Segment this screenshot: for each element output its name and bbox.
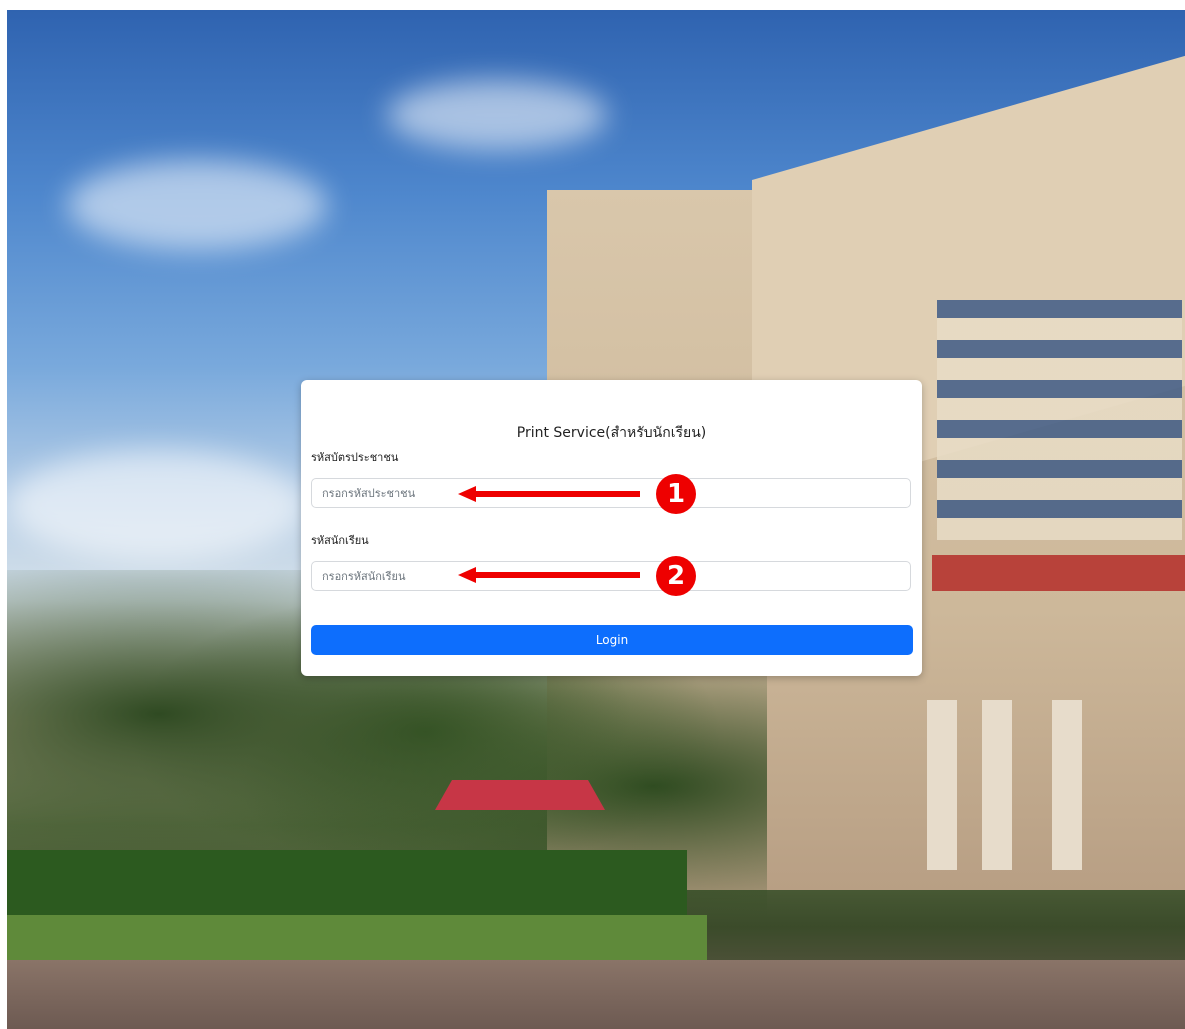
annotation-badge-2: 2 <box>656 556 696 596</box>
login-button[interactable]: Login <box>311 625 913 655</box>
annotation-badge-1: 1 <box>656 474 696 514</box>
building-column <box>1052 700 1082 870</box>
pavement <box>7 960 1185 1029</box>
annotation-arrow-1 <box>458 486 640 502</box>
building-column <box>982 700 1012 870</box>
citizen-id-label: รหัสบัตรประชาชน <box>311 451 399 464</box>
student-id-label: รหัสนักเรียน <box>311 534 369 547</box>
annotation-arrow-2 <box>458 567 640 583</box>
building-windows <box>937 300 1182 540</box>
lawn <box>7 915 707 965</box>
cloud <box>387 80 607 150</box>
hedge <box>7 850 687 920</box>
red-canopy <box>435 780 605 810</box>
cloud <box>67 160 327 250</box>
building-column <box>927 700 957 870</box>
login-card: Print Service(สำหรับนักเรียน) รหัสบัตรปร… <box>301 380 922 676</box>
page-title: Print Service(สำหรับนักเรียน) <box>516 425 707 441</box>
building-banner <box>932 555 1185 591</box>
cloud <box>7 450 307 560</box>
